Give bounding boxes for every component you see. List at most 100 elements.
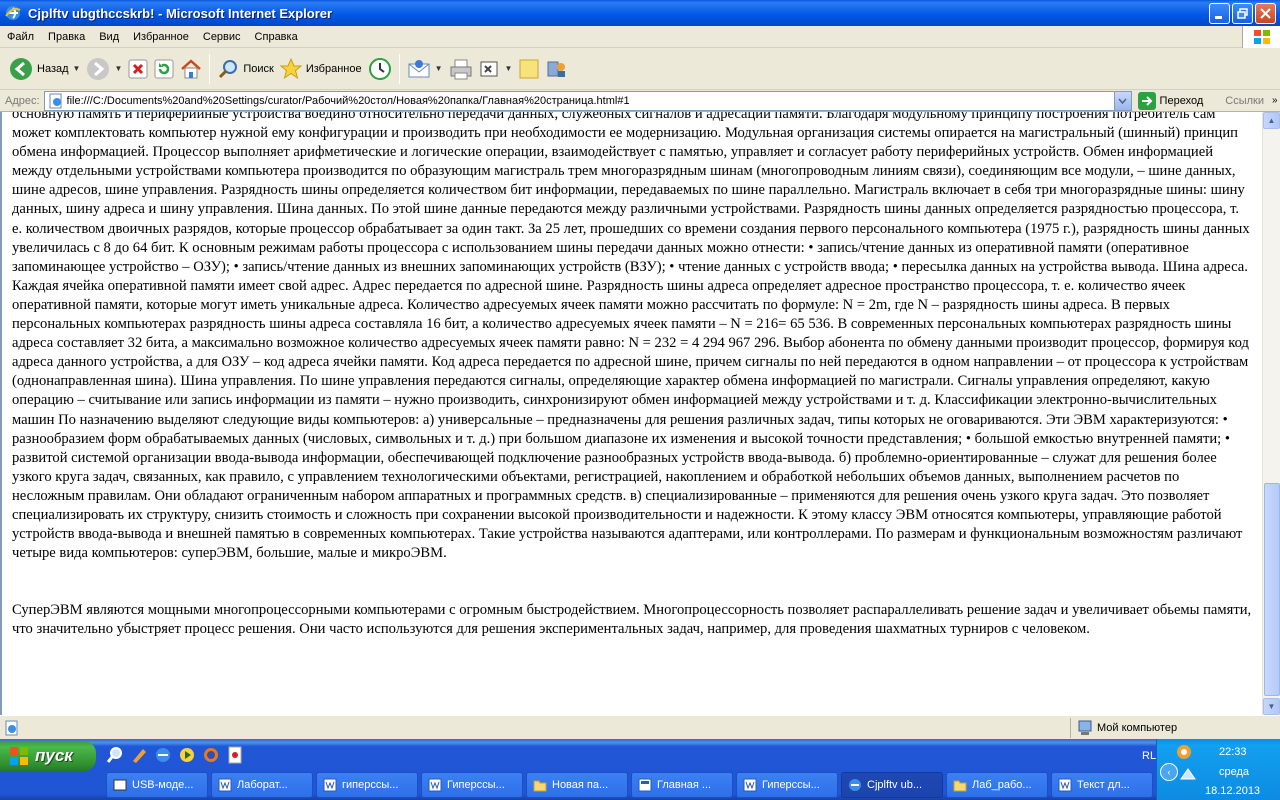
messenger-button[interactable]	[543, 51, 571, 87]
task-label: Лаборат...	[237, 779, 288, 791]
maximize-button[interactable]	[1232, 2, 1253, 24]
edit-page-icon	[480, 61, 498, 76]
page-content: основную память и периферийные устройств…	[0, 112, 1262, 715]
task-label: гиперссы...	[342, 779, 399, 791]
security-zone: Мой компьютер	[1070, 718, 1276, 738]
folder-icon	[533, 780, 547, 792]
menu-view[interactable]: Вид	[92, 31, 126, 43]
title-bar: Cjplftv ubgthccskrb! - Microsoft Interne…	[0, 0, 1280, 26]
tray-app-icon[interactable]	[1175, 743, 1193, 761]
windows-flag-icon	[10, 747, 28, 765]
window-title: Cjplftv ubgthccskrb! - Microsoft Interne…	[28, 5, 333, 21]
windows-logo-icon	[1242, 26, 1280, 48]
system-tray: RL ‹ 22:33 среда 18.12.2013	[1142, 739, 1280, 800]
history-button[interactable]	[365, 51, 395, 87]
clock-date: 18.12.2013	[1205, 785, 1261, 797]
forward-arrow-icon	[87, 57, 110, 80]
document-icon[interactable]	[226, 746, 244, 764]
stop-button[interactable]	[125, 51, 151, 87]
task-label: Лаб_рабо...	[972, 779, 1032, 791]
tray-expand-button[interactable]: ‹	[1160, 763, 1178, 781]
language-indicator[interactable]: RL	[1142, 750, 1156, 762]
task-button[interactable]: Гиперссы...	[736, 772, 838, 798]
start-button[interactable]: пуск	[0, 741, 96, 771]
edit-dropdown-icon[interactable]: ▼	[505, 64, 513, 73]
printer-icon	[450, 59, 472, 79]
links-chevron-icon[interactable]: »	[1272, 95, 1278, 106]
task-button-active[interactable]: Cjplftv ub...	[841, 772, 943, 798]
task-label: Гиперссы...	[447, 779, 505, 791]
task-button[interactable]: Гиперссы...	[421, 772, 523, 798]
task-button[interactable]: Лаборат...	[211, 772, 313, 798]
task-list: USB-моде... Лаборат... гиперссы... Гипер…	[106, 772, 1153, 798]
close-button[interactable]	[1255, 2, 1276, 24]
page-status-icon	[5, 720, 18, 735]
mail-icon	[408, 59, 430, 77]
ie-icon[interactable]	[154, 746, 172, 764]
back-arrow-icon	[10, 57, 32, 80]
forward-button[interactable]: ▼	[83, 51, 125, 87]
minimize-button[interactable]	[1209, 2, 1230, 24]
vertical-scrollbar[interactable]: ▲ ▼	[1262, 112, 1280, 715]
favorites-button[interactable]: Избранное	[277, 51, 365, 87]
task-button[interactable]: USB-моде...	[106, 772, 208, 798]
task-label: Текст дл...	[1077, 779, 1130, 791]
quick-launch	[106, 746, 244, 764]
clock-time[interactable]: 22:33	[1219, 746, 1247, 758]
search-icon[interactable]	[106, 746, 124, 764]
go-arrow-icon	[1137, 91, 1156, 110]
back-dropdown-icon[interactable]: ▼	[73, 64, 81, 73]
address-url[interactable]: file:///C:/Documents%20and%20Settings/cu…	[67, 95, 1114, 107]
edit-button[interactable]: ▼	[476, 51, 516, 87]
close-icon	[1260, 7, 1271, 19]
task-button[interactable]: Новая па...	[526, 772, 628, 798]
home-button[interactable]	[177, 51, 205, 87]
start-label: пуск	[35, 746, 73, 765]
frontpage-icon	[638, 778, 652, 792]
toolbar-separator	[398, 53, 400, 84]
mail-button[interactable]: ▼	[404, 51, 446, 87]
taskbar: пуск USB-моде... Лаборат... гиперссы... …	[0, 739, 1280, 800]
note-icon	[519, 59, 539, 78]
task-button[interactable]: Текст дл...	[1051, 772, 1153, 798]
menu-file[interactable]: Файл	[0, 31, 41, 43]
pencil-icon[interactable]	[130, 746, 148, 764]
menu-favorites[interactable]: Избранное	[126, 31, 196, 43]
print-button[interactable]	[446, 51, 476, 87]
word-icon	[1058, 778, 1072, 792]
toolbar: Назад ▼ ▼ Поиск Избранное ▼ ▼	[0, 48, 1280, 90]
scroll-up-button[interactable]: ▲	[1263, 112, 1280, 129]
ie-icon	[5, 6, 21, 20]
task-label: Cjplftv ub...	[867, 779, 923, 791]
firefox-icon[interactable]	[202, 746, 220, 764]
menu-help[interactable]: Справка	[248, 31, 305, 43]
favorites-label: Избранное	[305, 62, 362, 75]
refresh-icon	[154, 59, 174, 78]
menu-edit[interactable]: Правка	[41, 31, 92, 43]
mail-dropdown-icon[interactable]: ▼	[435, 64, 443, 73]
go-label: Переход	[1159, 94, 1204, 107]
refresh-button[interactable]	[151, 51, 177, 87]
address-field[interactable]: file:///C:/Documents%20and%20Settings/cu…	[43, 90, 1132, 111]
forward-dropdown-icon[interactable]: ▼	[114, 64, 122, 73]
window-icon	[113, 779, 127, 791]
task-button[interactable]: гиперссы...	[316, 772, 418, 798]
discuss-button[interactable]	[515, 51, 543, 87]
address-dropdown-button[interactable]	[1113, 91, 1131, 110]
history-icon	[368, 57, 391, 80]
media-player-icon[interactable]	[178, 746, 196, 764]
scroll-down-button[interactable]: ▼	[1263, 698, 1280, 715]
tray-network-icon[interactable]	[1179, 765, 1197, 783]
computer-icon	[1078, 720, 1092, 735]
zone-label: Мой компьютер	[1097, 722, 1178, 734]
menu-tools[interactable]: Сервис	[196, 31, 248, 43]
scroll-thumb[interactable]	[1264, 483, 1280, 696]
links-label[interactable]: Ссылки	[1225, 95, 1264, 107]
task-button[interactable]: Главная ...	[631, 772, 733, 798]
search-button[interactable]: Поиск	[214, 51, 276, 87]
content-paragraph: СуперЭВМ являются мощными многопроцессор…	[12, 602, 1252, 638]
task-button[interactable]: Лаб_рабо...	[946, 772, 1048, 798]
back-button[interactable]: Назад ▼	[6, 51, 83, 87]
word-icon	[218, 778, 232, 792]
go-button[interactable]: Переход	[1137, 91, 1204, 110]
